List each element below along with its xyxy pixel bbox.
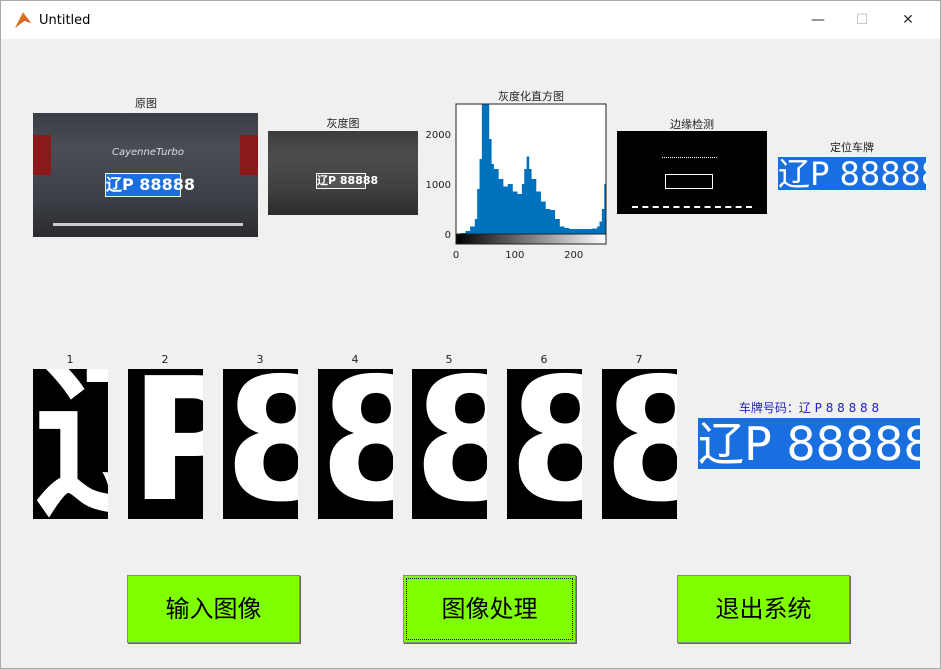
histogram-bar — [484, 104, 487, 234]
histogram-bar — [601, 209, 605, 234]
histogram-bar — [550, 210, 556, 234]
histogram-bar — [477, 189, 480, 234]
char-glyph: 8 — [320, 369, 393, 519]
char-glyph: 8 — [414, 369, 487, 519]
histogram-bar — [498, 179, 504, 234]
gray-title: 灰度图 — [326, 117, 360, 130]
histogram-bar — [573, 229, 579, 234]
char-glyph: 8 — [225, 369, 298, 519]
histogram-bar — [474, 219, 478, 234]
char-image-3: 8 — [223, 369, 298, 519]
histogram-bar — [493, 169, 499, 234]
histogram-bar — [592, 228, 598, 234]
histogram-bar — [597, 226, 600, 234]
histogram-bar — [583, 229, 589, 234]
badge-text: CayenneTurbo — [111, 147, 185, 158]
gray-image: 辽P 88888 — [268, 131, 418, 215]
y-tick-label: 2000 — [426, 130, 451, 141]
matlab-icon — [15, 12, 31, 28]
char-label: 2 — [161, 353, 169, 366]
process-image-button[interactable]: 图像处理 — [403, 575, 576, 643]
result-label: 车牌号码：辽 P 8 8 8 8 8 — [738, 401, 880, 415]
char-glyph: P — [130, 369, 203, 519]
plate: 辽P 88888 — [105, 173, 195, 197]
char-image-1: 辽 — [33, 369, 108, 519]
plate: 辽P 88888 — [316, 173, 379, 189]
char-image-5: 8 — [412, 369, 487, 519]
histogram-bar — [524, 169, 527, 234]
app-window: Untitled — ☐ ✕ 原图 CayenneTurbo 辽P 88888 … — [0, 0, 941, 669]
histogram-bar — [512, 191, 518, 234]
title-bar: Untitled — ☐ ✕ — [1, 1, 940, 39]
char-image-7: 8 — [602, 369, 677, 519]
bumper-trim — [53, 223, 243, 226]
taillight — [33, 135, 51, 175]
close-button[interactable]: ✕ — [893, 9, 923, 31]
located-plate-image: 辽P 88888 — [777, 156, 927, 191]
plate-edge — [665, 174, 713, 189]
histogram-bar — [488, 139, 492, 234]
histogram-bar — [470, 226, 476, 234]
histogram-bar — [536, 191, 542, 234]
result-plate-image: 辽P 88888 — [697, 417, 921, 470]
histogram-bar — [578, 229, 584, 234]
window-title: Untitled — [39, 12, 91, 28]
histogram-bar — [587, 229, 593, 234]
histogram-bar — [554, 219, 560, 234]
char-glyph: 8 — [509, 369, 582, 519]
taillight — [240, 135, 258, 175]
histogram-bar — [507, 184, 513, 234]
char-image-2: P — [128, 369, 203, 519]
histogram-bar — [559, 226, 565, 234]
histogram-bar — [479, 159, 483, 234]
y-tick-label: 0 — [445, 230, 451, 241]
char-label: 6 — [540, 353, 548, 366]
x-tick-label: 0 — [453, 250, 459, 261]
histogram-bar — [526, 156, 530, 234]
histogram-bar — [503, 186, 509, 234]
histogram-bar — [568, 229, 574, 234]
histogram-bar — [486, 104, 490, 234]
histogram-bar — [521, 184, 525, 234]
histogram-bar — [599, 221, 603, 234]
badge-edge — [662, 157, 717, 158]
exit-system-button[interactable]: 退出系统 — [677, 575, 850, 643]
histogram-bar — [481, 104, 485, 234]
original-image: CayenneTurbo 辽P 88888 — [33, 113, 258, 237]
histogram-bar — [528, 169, 532, 234]
char-label: 7 — [635, 353, 643, 366]
located-title: 定位车牌 — [830, 141, 874, 154]
histogram-bar — [564, 228, 570, 234]
char-label: 5 — [445, 353, 453, 366]
char-glyph: 8 — [604, 369, 677, 519]
char-label: 4 — [351, 353, 359, 366]
x-tick-label: 100 — [505, 250, 524, 261]
input-image-button[interactable]: 输入图像 — [127, 575, 300, 643]
histogram-chart: 0 1000 2000 0 100 200 — [426, 103, 607, 261]
histogram-bar — [531, 179, 537, 234]
char-image-4: 8 — [318, 369, 393, 519]
char-label: 3 — [256, 353, 264, 366]
bottom-edge — [632, 206, 752, 208]
original-title: 原图 — [135, 97, 157, 110]
colorbar — [455, 233, 607, 245]
edge-image — [617, 131, 767, 214]
histogram-bar — [517, 194, 523, 234]
histogram-bar — [540, 201, 546, 234]
edge-title: 边缘检测 — [670, 118, 714, 131]
y-tick-label: 1000 — [426, 180, 451, 191]
char-glyph: 辽 — [35, 369, 108, 519]
histogram-bar — [545, 209, 551, 234]
minimize-button[interactable]: — — [803, 9, 833, 31]
char-image-6: 8 — [507, 369, 582, 519]
x-tick-label: 200 — [564, 250, 583, 261]
histogram-bar — [491, 164, 494, 234]
maximize-button[interactable]: ☐ — [847, 9, 877, 31]
char-label: 1 — [66, 353, 74, 366]
